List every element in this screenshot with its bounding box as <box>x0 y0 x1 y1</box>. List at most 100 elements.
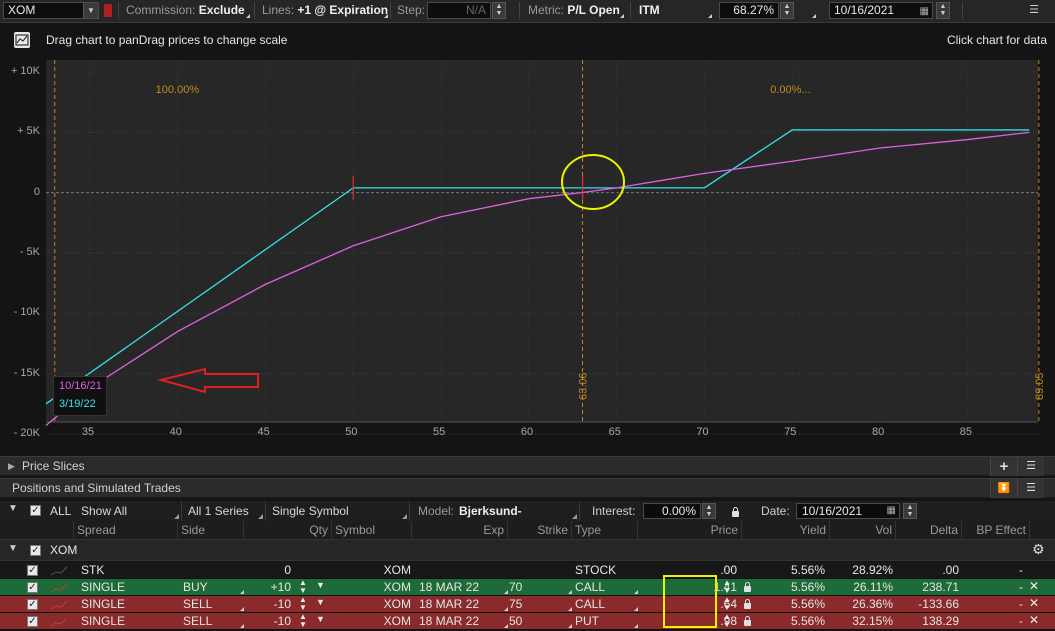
symbol-mode-dropdown[interactable]: Single Symbol <box>266 501 410 521</box>
cell-type[interactable]: CALL <box>572 579 638 595</box>
cell-strike[interactable]: 50 <box>506 613 570 629</box>
calendar-icon[interactable]: ▦ <box>887 504 896 518</box>
price-stepper[interactable]: ▲ ▼ <box>722 579 732 595</box>
itm-control[interactable]: ITM <box>639 3 660 18</box>
chevron-down-icon[interactable]: ▼ <box>8 543 18 554</box>
qty-dropdown-icon[interactable]: ▼ <box>316 580 325 590</box>
qty-stepper[interactable]: ▲ ▼ <box>298 596 308 612</box>
table-row[interactable]: ✓ SINGLE BUY +10 XOM 18 MAR 22 70 CALL 1.41 5.56%… <box>0 579 1055 596</box>
cell-type[interactable]: CALL <box>572 596 638 612</box>
col-symbol[interactable]: Symbol <box>332 521 412 539</box>
cell-qty[interactable]: -10 <box>244 596 294 612</box>
cell-side[interactable] <box>180 562 244 578</box>
commission-control[interactable]: Commission: Exclude <box>126 3 245 18</box>
col-delta[interactable]: Delta <box>896 521 962 539</box>
group-checkbox[interactable]: ✓ <box>30 545 41 556</box>
calendar-icon[interactable]: ▦ <box>920 4 929 19</box>
add-slice-button[interactable]: + <box>990 457 1017 476</box>
group-row-xom[interactable]: ▼ ✓ XOM ⚙ <box>0 540 1055 561</box>
lock-icon[interactable] <box>744 599 751 609</box>
interest-input[interactable]: 0.00% <box>643 503 701 519</box>
metric-control[interactable]: Metric: P/L Open <box>528 3 620 18</box>
qty-dropdown-icon[interactable]: ▼ <box>316 614 325 624</box>
row-checkbox[interactable]: ✓ <box>27 565 38 576</box>
remove-row-icon[interactable]: ✕ <box>1029 579 1039 593</box>
cell-side[interactable]: SELL <box>180 596 244 612</box>
probability-input[interactable]: 68.27% <box>719 2 779 19</box>
cell-exp[interactable]: 18 MAR 22 <box>416 613 508 629</box>
cell-type[interactable]: PUT <box>572 613 638 629</box>
show-all-dropdown[interactable]: Show All <box>76 501 182 521</box>
chart-icon[interactable] <box>14 32 30 48</box>
date-spinner[interactable]: ▲ ▼ <box>936 2 950 19</box>
table-row[interactable]: ✓ STK 0 XOM STOCK .00 5.56% 28.92% .00- <box>0 562 1055 579</box>
dropdown-corner-icon <box>504 607 508 611</box>
chevron-down-icon[interactable]: ▼ <box>83 3 98 18</box>
col-qty[interactable]: Qty <box>244 521 332 539</box>
chevron-down-icon[interactable]: ▼ <box>8 503 18 514</box>
cell-exp[interactable]: 18 MAR 22 <box>416 596 508 612</box>
col-strike[interactable]: Strike <box>508 521 572 539</box>
step-input[interactable]: N/A <box>427 2 491 19</box>
col-vol[interactable]: Vol <box>830 521 896 539</box>
filter-date-spinner[interactable]: ▲ ▼ <box>903 503 917 519</box>
plot-area[interactable] <box>46 60 1038 422</box>
qty-stepper[interactable]: ▲ ▼ <box>298 613 308 629</box>
row-checkbox[interactable]: ✓ <box>27 616 38 627</box>
lines-control[interactable]: Lines: +1 @ Expiration <box>262 3 388 18</box>
lock-icon[interactable] <box>744 616 751 626</box>
chevron-right-icon[interactable]: ▶ <box>8 457 15 475</box>
positions-menu-icon[interactable]: ☰ <box>1017 479 1044 498</box>
col-yield[interactable]: Yield <box>742 521 830 539</box>
table-row[interactable]: ✓ SINGLE SELL -10 XOM 18 MAR 22 50 PUT .98 5.56% 3… <box>0 613 1055 630</box>
cell-type[interactable]: STOCK <box>572 562 638 578</box>
group-name: XOM <box>50 543 78 557</box>
risk-profile-chart[interactable]: 63.06 89.05 + 10K + 5K 0 - 5K - 10K - 15K - 20K… <box>0 60 1055 445</box>
col-exp[interactable]: Exp <box>412 521 508 539</box>
table-row[interactable]: ✓ SINGLE SELL -10 XOM 18 MAR 22 75 CALL .64 5.56%… <box>0 596 1055 613</box>
date-input[interactable]: 10/16/2021 ▦ <box>829 2 933 19</box>
col-type[interactable]: Type <box>572 521 638 539</box>
col-bp-effect[interactable]: BP Effect <box>962 521 1030 539</box>
cell-side[interactable]: SELL <box>180 613 244 629</box>
step-spinner[interactable]: ▲ ▼ <box>492 2 506 19</box>
price-stepper[interactable]: ▲ ▼ <box>722 613 732 629</box>
lock-icon[interactable] <box>744 582 751 592</box>
lock-icon[interactable] <box>732 507 739 517</box>
symbol-selector[interactable]: XOM ▼ <box>3 2 99 19</box>
cell-strike[interactable]: 75 <box>506 596 570 612</box>
cell-exp[interactable] <box>416 562 508 578</box>
row-checkbox[interactable]: ✓ <box>27 599 38 610</box>
model-dropdown[interactable]: Model: Bjerksund-Stensland <box>410 501 580 538</box>
collapse-icon[interactable]: ⏬ <box>990 479 1017 498</box>
qty-dropdown-icon[interactable]: ▼ <box>316 597 325 607</box>
col-price[interactable]: Price <box>638 521 742 539</box>
cell-exp[interactable]: 18 MAR 22 <box>416 579 508 595</box>
risk-profile-plot[interactable]: 63.06 89.05 <box>0 60 1055 445</box>
col-side[interactable]: Side <box>178 521 244 539</box>
col-spread[interactable]: Spread <box>74 521 178 539</box>
cell-strike[interactable]: 70 <box>506 579 570 595</box>
cell-strike[interactable] <box>506 562 570 578</box>
cell-qty[interactable]: +10 <box>244 579 294 595</box>
cell-qty[interactable]: -10 <box>244 613 294 629</box>
menu-icon[interactable]: ☰ <box>1027 2 1041 19</box>
gear-icon[interactable]: ⚙ <box>1032 541 1045 558</box>
qty-stepper[interactable]: ▲ ▼ <box>298 579 308 595</box>
select-all-checkbox[interactable]: ✓ <box>30 505 41 516</box>
probability-spinner[interactable]: ▲ ▼ <box>780 2 794 19</box>
cell-qty[interactable]: 0 <box>244 562 294 578</box>
dropdown-corner-icon <box>384 14 388 18</box>
price-slices-bar[interactable]: ▶ Price Slices + ☰ <box>0 456 1055 476</box>
interest-spinner[interactable]: ▲ ▼ <box>702 503 716 519</box>
remove-row-icon[interactable]: ✕ <box>1029 613 1039 627</box>
series-dropdown[interactable]: All 1 Series <box>182 501 266 521</box>
positions-bar[interactable]: Positions and Simulated Trades ⏬ ☰ <box>0 478 1055 498</box>
slices-menu-icon[interactable]: ☰ <box>1017 457 1044 476</box>
filter-date-input[interactable]: 10/16/2021 ▦ <box>796 503 900 519</box>
row-checkbox[interactable]: ✓ <box>27 582 38 593</box>
cell-side[interactable]: BUY <box>180 579 244 595</box>
price-stepper[interactable]: ▲ ▼ <box>722 596 732 612</box>
remove-row-icon[interactable]: ✕ <box>1029 596 1039 610</box>
color-swatch-icon[interactable] <box>104 4 112 17</box>
